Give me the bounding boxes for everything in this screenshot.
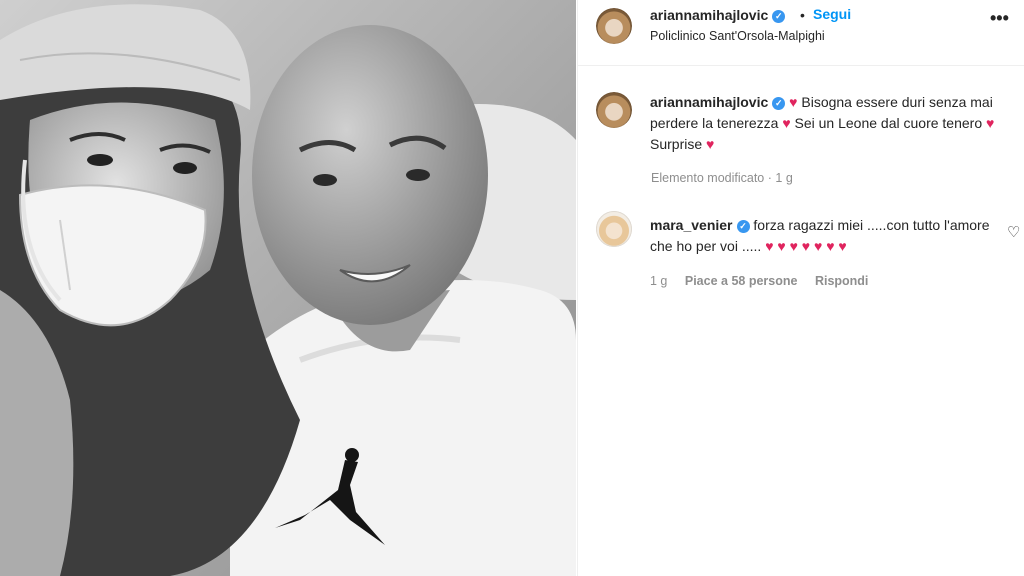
caption-time[interactable]: 1 g — [775, 171, 792, 185]
reply-button[interactable]: Rispondi — [815, 274, 868, 288]
commenter-avatar[interactable] — [596, 211, 632, 247]
commenter-username[interactable]: mara_venier — [650, 217, 733, 233]
caption-username[interactable]: ariannamihajlovic — [650, 94, 768, 110]
meta-dot: · — [767, 171, 772, 185]
caption-meta: Elemento modificato · 1 g — [651, 171, 793, 185]
post-photo[interactable] — [0, 0, 576, 576]
verified-badge-icon: ✓ — [772, 10, 786, 23]
author-username[interactable]: ariannamihajlovic ✓ — [650, 7, 786, 23]
verified-badge-icon: ✓ — [772, 97, 786, 110]
caption-text: ariannamihajlovic ✓ ♥ Bisogna essere duri… — [650, 92, 1016, 155]
more-options-icon[interactable]: ••• — [990, 8, 1009, 29]
like-comment-heart-icon[interactable]: ♡ — [1007, 223, 1020, 241]
comment-text: mara_venier ✓ forza ragazzi miei .....con… — [650, 215, 990, 257]
author-username-text[interactable]: ariannamihajlovic — [650, 7, 768, 23]
comment-likes[interactable]: Piace a 58 persone — [685, 274, 798, 288]
header-separator: • — [800, 7, 805, 23]
red-heart-icon: ♥ — [706, 136, 715, 152]
caption-segment: Surprise — [650, 136, 703, 152]
caption-segment: Sei un Leone dal cuore tenero — [794, 115, 983, 131]
comment-meta: 1 g Piace a 58 persone Rispondi — [650, 274, 882, 288]
comment-time[interactable]: 1 g — [650, 274, 667, 288]
author-avatar[interactable] — [596, 8, 632, 44]
red-heart-icon: ♥ — [782, 115, 791, 131]
post-location[interactable]: Policlinico Sant'Orsola-Malpighi — [650, 29, 825, 43]
follow-button[interactable]: Segui — [813, 6, 851, 22]
verified-badge-icon: ✓ — [736, 220, 750, 233]
red-heart-icon: ♥ — [986, 115, 995, 131]
photo-illustration — [0, 0, 576, 576]
edited-label: Elemento modificato — [651, 171, 765, 185]
post-header: ariannamihajlovic ✓ • Segui Policlinico S… — [578, 0, 1024, 66]
red-heart-icon: ♥ — [789, 94, 798, 110]
post-side-panel: ariannamihajlovic ✓ • Segui Policlinico S… — [577, 0, 1024, 576]
caption-author-avatar[interactable] — [596, 92, 632, 128]
red-hearts-emoji: ♥ ♥ ♥ ♥ ♥ ♥ ♥ — [765, 238, 847, 254]
